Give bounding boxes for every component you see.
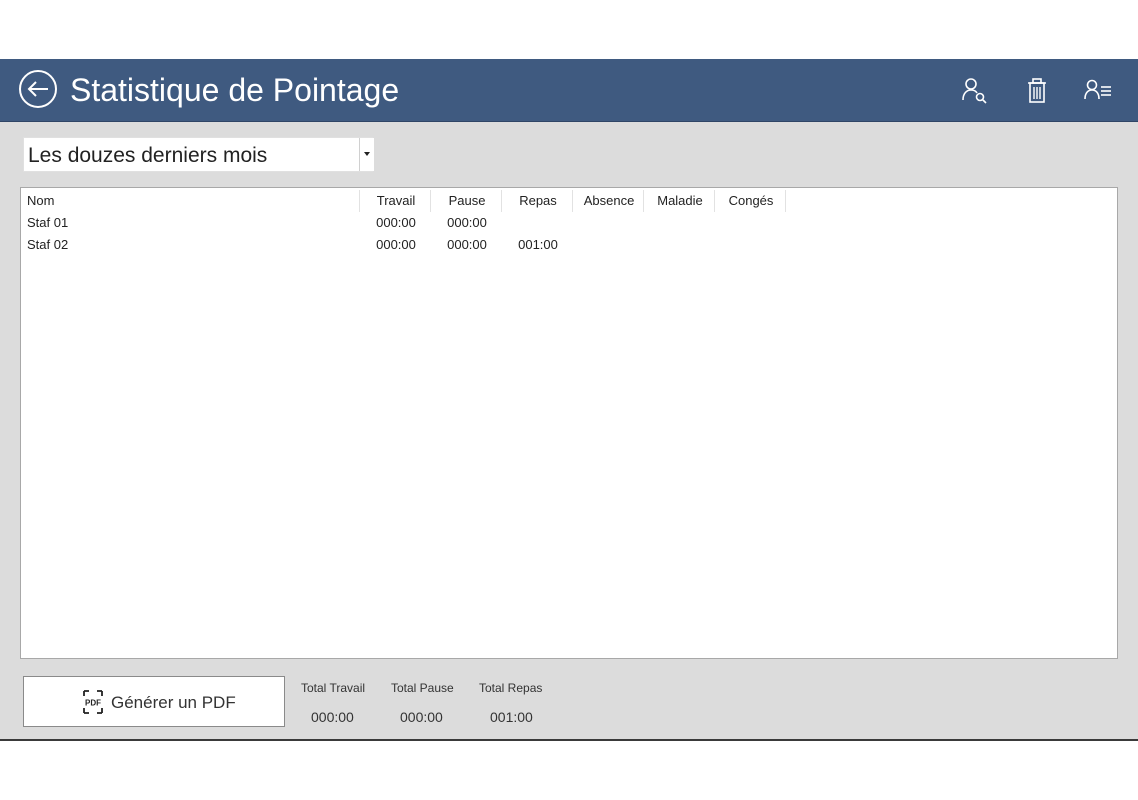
generate-pdf-button[interactable]: PDF Générer un PDF xyxy=(23,676,285,727)
period-select[interactable]: Les douzes derniers mois xyxy=(23,137,374,172)
cell-pause: 000:00 xyxy=(447,237,487,252)
pdf-icon: PDF xyxy=(83,690,103,714)
total-repas-value: 001:00 xyxy=(490,709,533,725)
app-window: Statistique de Pointage Les douzes derni… xyxy=(0,59,1138,741)
chevron-down-icon xyxy=(364,152,370,156)
column-header-nom[interactable]: Nom xyxy=(27,193,54,209)
cell-travail: 000:00 xyxy=(376,215,416,230)
back-arrow-icon xyxy=(27,81,48,97)
column-separator xyxy=(430,190,431,212)
column-separator xyxy=(714,190,715,212)
column-separator xyxy=(359,190,360,212)
column-header-absence[interactable]: Absence xyxy=(574,193,644,209)
svg-text:PDF: PDF xyxy=(85,699,101,708)
dropdown-arrow[interactable] xyxy=(359,138,374,171)
cell-repas: 001:00 xyxy=(518,237,558,252)
column-header-travail[interactable]: Travail xyxy=(361,193,431,209)
cell-nom: Staf 02 xyxy=(27,237,69,252)
stats-table: Nom Travail Pause Repas Absence Maladie … xyxy=(20,187,1118,659)
total-travail-label: Total Travail xyxy=(301,681,366,695)
header-bar: Statistique de Pointage xyxy=(0,59,1138,122)
total-repas-label: Total Repas xyxy=(479,681,543,695)
column-separator xyxy=(572,190,573,212)
generate-pdf-label: Générer un PDF xyxy=(111,693,236,712)
column-separator xyxy=(501,190,502,212)
cell-pause: 000:00 xyxy=(447,215,487,230)
column-header-maladie[interactable]: Maladie xyxy=(645,193,715,209)
back-button[interactable] xyxy=(19,70,57,108)
user-search-icon[interactable] xyxy=(960,76,990,106)
cell-nom: Staf 01 xyxy=(27,215,69,230)
column-header-pause[interactable]: Pause xyxy=(432,193,502,209)
total-pause-label: Total Pause xyxy=(391,681,454,695)
column-header-repas[interactable]: Repas xyxy=(503,193,573,209)
period-select-value: Les douzes derniers mois xyxy=(28,144,268,167)
total-travail-value: 000:00 xyxy=(311,709,354,725)
trash-icon[interactable] xyxy=(1022,76,1052,106)
user-list-icon[interactable] xyxy=(1083,76,1113,106)
column-header-conges[interactable]: Congés xyxy=(716,193,786,209)
total-pause-value: 000:00 xyxy=(400,709,443,725)
page-title: Statistique de Pointage xyxy=(70,72,400,108)
cell-travail: 000:00 xyxy=(376,237,416,252)
column-separator xyxy=(785,190,786,212)
column-separator xyxy=(643,190,644,212)
